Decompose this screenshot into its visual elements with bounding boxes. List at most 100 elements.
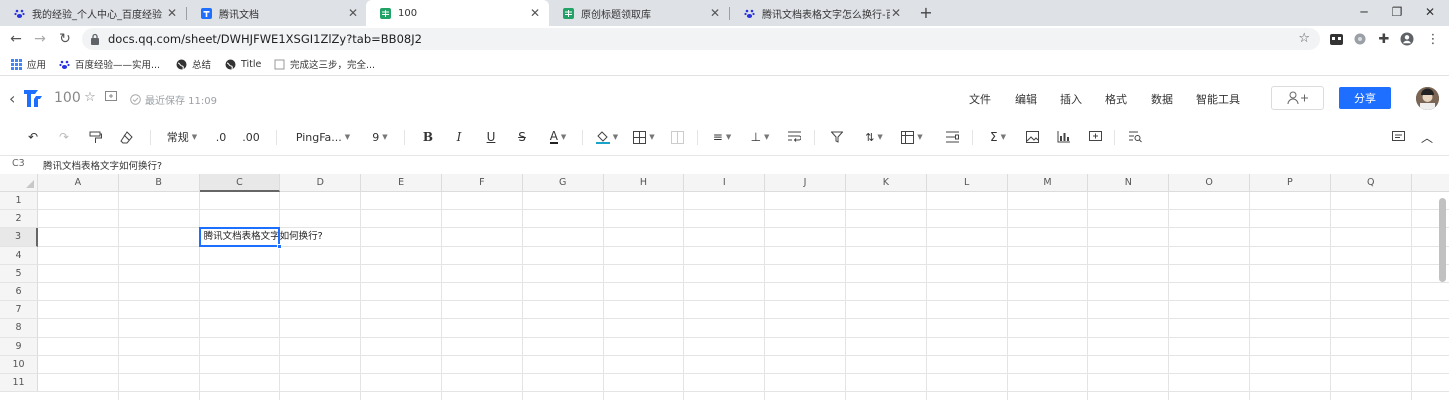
collapse-toolbar-icon[interactable]: ︿ bbox=[1419, 128, 1435, 146]
formula-input[interactable]: 腾讯文档表格文字如何换行? bbox=[43, 158, 162, 172]
close-icon[interactable]: ✕ bbox=[709, 6, 721, 20]
doc-title[interactable]: 100 bbox=[54, 90, 81, 106]
vertical-align-dropdown[interactable]: ⊥ ▼ bbox=[747, 128, 773, 146]
bookmark-item[interactable]: 应用 bbox=[10, 56, 46, 72]
row-header-9[interactable]: 9 bbox=[0, 337, 38, 356]
bookmark-item[interactable]: Title bbox=[224, 56, 261, 72]
browser-tab[interactable]: 腾讯文档表格文字怎么换行-百度 ✕ bbox=[730, 0, 910, 26]
close-window-icon[interactable]: ✕ bbox=[1415, 0, 1445, 26]
fill-handle[interactable] bbox=[277, 243, 283, 249]
merge-cells-icon[interactable] bbox=[669, 128, 685, 146]
minimize-icon[interactable]: ─ bbox=[1349, 0, 1379, 26]
number-format-dropdown[interactable]: 常规 ▼ bbox=[164, 128, 200, 146]
column-header-l[interactable]: L bbox=[926, 174, 1008, 192]
bookmark-item[interactable]: 完成这三步，完全... bbox=[273, 56, 375, 72]
reload-icon[interactable]: ↻ bbox=[55, 29, 75, 49]
column-header-i[interactable]: I bbox=[684, 174, 766, 192]
forward-arrow-icon[interactable]: → bbox=[30, 29, 50, 49]
increase-decimal-button[interactable]: .00 bbox=[240, 128, 262, 146]
italic-icon[interactable]: I bbox=[451, 128, 467, 146]
bookmark-item[interactable]: 总结 bbox=[175, 56, 211, 72]
conditional-format-icon[interactable] bbox=[944, 128, 960, 146]
menu-insert[interactable]: 插入 bbox=[1060, 91, 1082, 107]
format-painter-icon[interactable] bbox=[87, 128, 103, 146]
puzzle-extensions-icon[interactable]: ✚ bbox=[1376, 31, 1392, 47]
column-header-d[interactable]: D bbox=[280, 174, 362, 192]
menu-edit[interactable]: 编辑 bbox=[1015, 91, 1037, 107]
column-header-k[interactable]: K bbox=[846, 174, 927, 192]
column-header-j[interactable]: J bbox=[765, 174, 846, 192]
clear-format-icon[interactable] bbox=[118, 128, 134, 146]
column-header-p[interactable]: P bbox=[1250, 174, 1331, 192]
underline-icon[interactable]: U bbox=[483, 128, 499, 146]
add-collaborator-button[interactable] bbox=[1271, 86, 1324, 110]
font-size-dropdown[interactable]: 9 ▼ bbox=[368, 128, 392, 146]
column-header-q[interactable]: Q bbox=[1330, 174, 1412, 192]
browser-tab[interactable]: 原创标题领取库 ✕ bbox=[549, 0, 729, 26]
column-header-partial[interactable] bbox=[1411, 174, 1449, 192]
column-header-c[interactable]: C bbox=[199, 174, 281, 192]
wrap-text-icon[interactable] bbox=[786, 128, 802, 146]
column-header-o[interactable]: O bbox=[1169, 174, 1250, 192]
redo-icon[interactable]: ↷ bbox=[56, 128, 72, 146]
column-header-g[interactable]: G bbox=[522, 174, 604, 192]
horizontal-align-dropdown[interactable]: ≡ ▼ bbox=[709, 128, 735, 146]
url-bar[interactable]: docs.qq.com/sheet/DWHJFWE1XSGI1ZlZy?tab=… bbox=[82, 28, 1320, 50]
chevron-left-icon[interactable]: ‹ bbox=[9, 89, 15, 108]
row-header-7[interactable]: 7 bbox=[0, 301, 38, 320]
close-icon[interactable]: ✕ bbox=[166, 6, 178, 20]
undo-icon[interactable]: ↶ bbox=[25, 128, 41, 146]
menu-format[interactable]: 格式 bbox=[1105, 91, 1127, 107]
column-header-a[interactable]: A bbox=[38, 174, 119, 192]
sort-dropdown[interactable]: ⇅ ▼ bbox=[861, 128, 887, 146]
row-header-3[interactable]: 3 bbox=[0, 228, 38, 247]
browser-menu-icon[interactable]: ⋮ bbox=[1425, 31, 1441, 47]
row-header-5[interactable]: 5 bbox=[0, 264, 38, 283]
row-header-1[interactable]: 1 bbox=[0, 192, 38, 211]
find-replace-icon[interactable] bbox=[1127, 128, 1143, 146]
share-button[interactable]: 分享 bbox=[1339, 87, 1391, 109]
column-header-n[interactable]: N bbox=[1088, 174, 1170, 192]
bookmark-star-icon[interactable]: ☆ bbox=[1298, 31, 1310, 46]
star-icon[interactable]: ☆ bbox=[82, 90, 98, 106]
row-header-6[interactable]: 6 bbox=[0, 283, 38, 302]
new-tab-button[interactable]: + bbox=[918, 4, 934, 22]
spreadsheet-grid[interactable]: ABCDEFGHIJKLMNOPQ 1 2 3 4 5 6 7 8 9 10 11 腾讯文档表格文字… bbox=[0, 174, 1449, 400]
bold-icon[interactable]: B bbox=[420, 128, 436, 146]
browser-tab[interactable]: 腾讯文档 ✕ bbox=[187, 0, 367, 26]
column-header-m[interactable]: M bbox=[1007, 174, 1089, 192]
browser-tab[interactable]: 我的经验_个人中心_百度经验 ✕ bbox=[0, 0, 186, 26]
row-header-8[interactable]: 8 bbox=[0, 319, 38, 338]
profile-icon[interactable] bbox=[1399, 31, 1415, 47]
row-header-10[interactable]: 10 bbox=[0, 355, 38, 374]
strikethrough-icon[interactable]: S bbox=[514, 128, 530, 146]
menu-data[interactable]: 数据 bbox=[1151, 91, 1173, 107]
back-arrow-icon[interactable]: ← bbox=[6, 29, 26, 49]
insert-comment-icon[interactable] bbox=[1087, 128, 1103, 146]
menu-file[interactable]: 文件 bbox=[969, 91, 991, 107]
browser-tab-active[interactable]: 100 ✕ bbox=[366, 0, 549, 26]
filter-icon[interactable] bbox=[829, 128, 845, 146]
column-header-e[interactable]: E bbox=[361, 174, 442, 192]
fill-color-dropdown[interactable]: ▼ bbox=[594, 128, 620, 146]
select-all-corner[interactable] bbox=[0, 174, 38, 192]
menu-smart-tools[interactable]: 智能工具 bbox=[1196, 91, 1240, 107]
restore-icon[interactable]: ❐ bbox=[1382, 0, 1412, 26]
freeze-dropdown[interactable]: ▼ bbox=[899, 128, 925, 146]
close-icon[interactable]: ✕ bbox=[347, 6, 359, 20]
column-header-f[interactable]: F bbox=[442, 174, 523, 192]
functions-dropdown[interactable]: Σ ▼ bbox=[985, 128, 1011, 146]
vertical-scrollbar[interactable] bbox=[1439, 198, 1446, 282]
column-header-h[interactable]: H bbox=[603, 174, 685, 192]
folder-icon[interactable] bbox=[103, 90, 119, 106]
extension-icon[interactable] bbox=[1328, 31, 1344, 47]
extension-circle-icon[interactable] bbox=[1352, 31, 1368, 47]
row-header-11[interactable]: 11 bbox=[0, 374, 38, 393]
comments-panel-icon[interactable] bbox=[1390, 128, 1406, 146]
decrease-decimal-button[interactable]: .0 bbox=[212, 128, 230, 146]
insert-chart-icon[interactable] bbox=[1055, 128, 1071, 146]
column-header-b[interactable]: B bbox=[118, 174, 200, 192]
row-header-2[interactable]: 2 bbox=[0, 210, 38, 229]
borders-dropdown[interactable]: ▼ bbox=[631, 128, 657, 146]
avatar[interactable] bbox=[1416, 87, 1439, 110]
